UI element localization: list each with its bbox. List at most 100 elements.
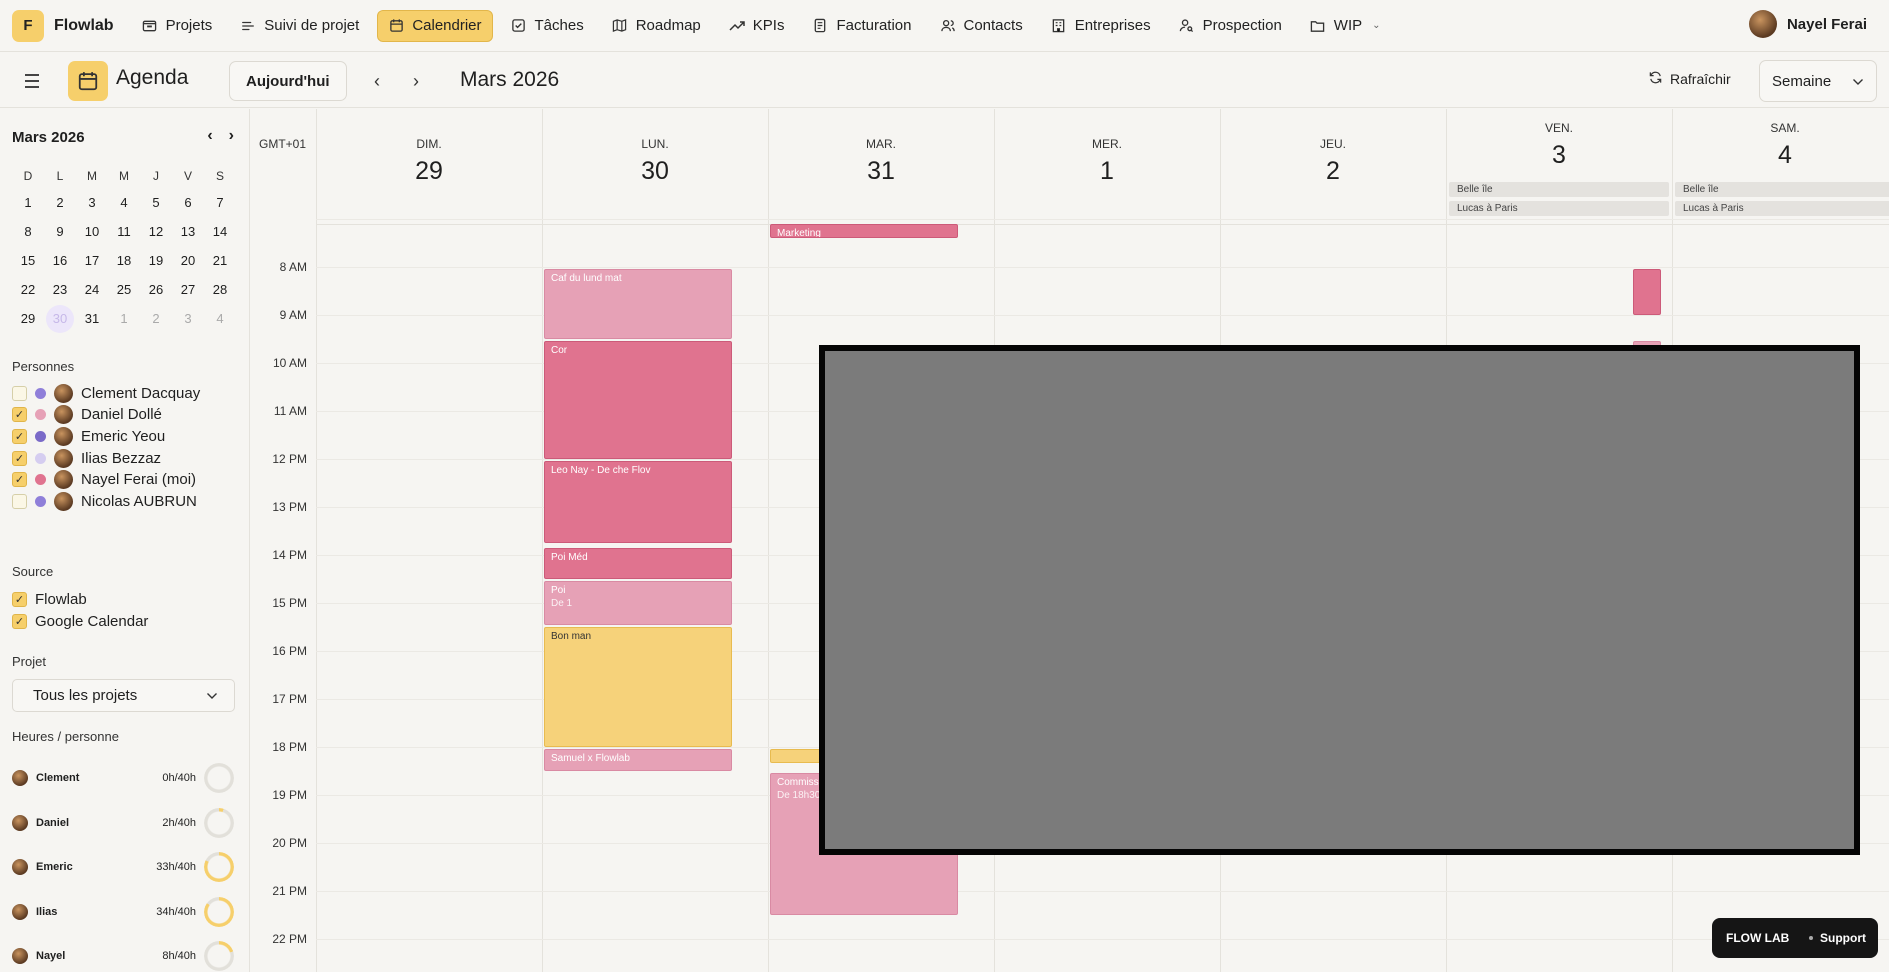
person-item[interactable]: ✓ Ilias Bezzaz xyxy=(12,448,161,468)
day-header[interactable]: LUN. 30 xyxy=(542,137,768,186)
person-item[interactable]: ✓ Daniel Dollé xyxy=(12,405,162,425)
source-checkbox[interactable]: ✓ xyxy=(12,591,27,607)
all-day-event[interactable]: Belle île xyxy=(1675,182,1889,197)
mini-calendar-day[interactable]: 1 xyxy=(12,188,44,217)
nav-item-contacts[interactable]: Contacts xyxy=(930,10,1033,42)
user-menu[interactable]: Nayel Ferai xyxy=(1748,10,1867,38)
day-header[interactable]: JEU. 2 xyxy=(1220,137,1446,186)
person-checkbox[interactable]: ✓ xyxy=(12,428,27,444)
calendar-event[interactable] xyxy=(1633,269,1661,315)
mini-calendar-day[interactable]: 27 xyxy=(172,275,204,304)
nav-item-entreprises[interactable]: Entreprises xyxy=(1041,10,1161,42)
chevron-right-icon[interactable]: › xyxy=(229,127,234,145)
mini-calendar-day[interactable]: 4 xyxy=(204,304,236,333)
mini-calendar-day[interactable]: 29 xyxy=(12,304,44,333)
mini-calendar-day[interactable]: 22 xyxy=(12,275,44,304)
mini-calendar-day[interactable]: 20 xyxy=(172,246,204,275)
chevron-left-icon[interactable]: ‹ xyxy=(367,71,387,92)
dot-icon xyxy=(1809,936,1813,940)
mini-calendar-day[interactable]: 19 xyxy=(140,246,172,275)
mini-calendar-day[interactable]: 31 xyxy=(76,304,108,333)
nav-item-taches[interactable]: Tâches xyxy=(501,10,594,42)
nav-item-facturation[interactable]: Facturation xyxy=(802,10,921,42)
mini-calendar-day[interactable]: 30 xyxy=(44,304,76,333)
refresh-button[interactable]: Rafraîchir xyxy=(1648,70,1731,88)
mini-calendar-day[interactable]: 21 xyxy=(204,246,236,275)
nav-item-calendrier[interactable]: Calendrier xyxy=(377,9,493,42)
day-header[interactable]: SAM. 4 xyxy=(1672,121,1889,170)
mini-calendar-day[interactable]: 23 xyxy=(44,275,76,304)
mini-calendar-day[interactable]: 2 xyxy=(140,304,172,333)
mini-calendar-day[interactable]: 11 xyxy=(108,217,140,246)
source-item[interactable]: ✓ Flowlab xyxy=(12,589,87,609)
mini-calendar-day[interactable]: 16 xyxy=(44,246,76,275)
day-header[interactable]: MER. 1 xyxy=(994,137,1220,186)
today-button[interactable]: Aujourd'hui xyxy=(229,61,347,101)
day-header[interactable]: DIM. 29 xyxy=(316,137,542,186)
mini-calendar-day[interactable]: 25 xyxy=(108,275,140,304)
all-day-event[interactable]: Lucas à Paris xyxy=(1675,201,1889,216)
person-item[interactable]: ✓ Emeric Yeou xyxy=(12,426,165,446)
nav-item-kpis[interactable]: KPIs xyxy=(719,10,795,42)
support-button[interactable]: Support xyxy=(1809,931,1866,945)
calendar-event[interactable]: Leo Nay - De che Flov xyxy=(544,461,732,543)
mini-calendar-day[interactable]: 13 xyxy=(172,217,204,246)
project-select[interactable]: Tous les projets xyxy=(12,679,235,712)
mini-calendar-day[interactable]: 5 xyxy=(140,188,172,217)
calendar-event[interactable]: Marketing xyxy=(770,223,958,238)
brand[interactable]: F Flowlab xyxy=(12,9,114,42)
person-item[interactable]: Clement Dacquay xyxy=(12,383,200,403)
mini-calendar-day[interactable]: 17 xyxy=(76,246,108,275)
nav-item-prospection[interactable]: Prospection xyxy=(1169,10,1292,42)
avatar xyxy=(54,470,73,490)
mini-calendar-day[interactable]: 15 xyxy=(12,246,44,275)
nav-item-projets[interactable]: Projets xyxy=(132,10,223,42)
day-header[interactable]: MAR. 31 xyxy=(768,137,994,186)
mini-calendar-day[interactable]: 4 xyxy=(108,188,140,217)
mini-calendar-day[interactable]: 26 xyxy=(140,275,172,304)
calendar-event[interactable]: Samuel x Flowlab xyxy=(544,749,732,771)
view-select[interactable]: Semaine xyxy=(1759,60,1877,102)
mini-calendar-day[interactable]: 10 xyxy=(76,217,108,246)
source-checkbox[interactable]: ✓ xyxy=(12,613,27,629)
mini-calendar-day[interactable]: 18 xyxy=(108,246,140,275)
nav-item-wip[interactable]: WIP ⌄ xyxy=(1300,10,1391,42)
mini-calendar-day[interactable]: 2 xyxy=(44,188,76,217)
nav-item-suivi-de-projet[interactable]: Suivi de projet xyxy=(230,10,369,42)
all-day-event[interactable]: Lucas à Paris xyxy=(1449,201,1669,216)
mini-calendar-day[interactable]: 12 xyxy=(140,217,172,246)
mini-calendar-day[interactable]: 9 xyxy=(44,217,76,246)
mini-calendar-day[interactable]: 8 xyxy=(12,217,44,246)
mini-calendar-day[interactable]: 3 xyxy=(172,304,204,333)
person-checkbox[interactable] xyxy=(12,385,27,401)
person-checkbox[interactable] xyxy=(12,494,27,509)
chevron-right-icon[interactable]: › xyxy=(406,71,426,92)
calendar-icon xyxy=(388,18,404,34)
mini-calendar-day[interactable]: 3 xyxy=(76,188,108,217)
calendar-event[interactable]: Poi Méd xyxy=(544,547,732,579)
mini-calendar-day[interactable]: 24 xyxy=(76,275,108,304)
mini-calendar-day[interactable]: 28 xyxy=(204,275,236,304)
source-item[interactable]: ✓ Google Calendar xyxy=(12,611,148,631)
mini-calendar-day[interactable]: 6 xyxy=(172,188,204,217)
person-item[interactable]: Nicolas AUBRUN xyxy=(12,492,197,512)
calendar-event[interactable]: Bon man xyxy=(544,627,732,747)
support-widget[interactable]: FLOW LAB Support xyxy=(1712,918,1878,958)
person-checkbox[interactable]: ✓ xyxy=(12,472,27,488)
all-day-event[interactable]: Belle île xyxy=(1449,182,1669,197)
hours-person-name: Nayel xyxy=(36,950,66,962)
hour-label: 19 PM xyxy=(272,788,307,802)
nav-item-roadmap[interactable]: Roadmap xyxy=(602,10,711,42)
mini-calendar-day[interactable]: 14 xyxy=(204,217,236,246)
person-item[interactable]: ✓ Nayel Ferai (moi) xyxy=(12,470,196,490)
person-checkbox[interactable]: ✓ xyxy=(12,407,27,423)
calendar-event[interactable]: Poi De 1 xyxy=(544,581,732,625)
chevron-left-icon[interactable]: ‹ xyxy=(207,127,212,145)
menu-icon[interactable] xyxy=(20,69,44,93)
calendar-event[interactable]: Caf du lund mat xyxy=(544,269,732,339)
mini-calendar-day[interactable]: 1 xyxy=(108,304,140,333)
mini-calendar-day[interactable]: 7 xyxy=(204,188,236,217)
day-header[interactable]: VEN. 3 xyxy=(1446,121,1672,170)
calendar-event[interactable]: Cor xyxy=(544,341,732,459)
person-checkbox[interactable]: ✓ xyxy=(12,450,27,466)
